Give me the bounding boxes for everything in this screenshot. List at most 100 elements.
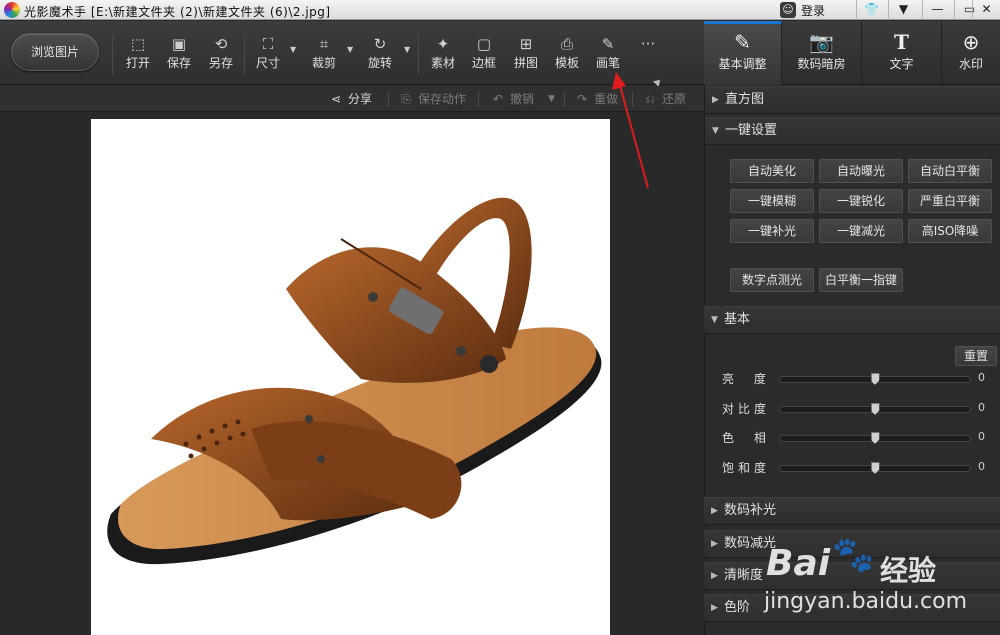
skin-button[interactable]: 👕: [856, 0, 886, 20]
material-button[interactable]: ✦ 素材: [425, 33, 461, 77]
action-divider: [564, 92, 565, 106]
levels-label: 色阶: [724, 600, 751, 615]
tab-darkroom[interactable]: 📷 数码暗房: [782, 21, 862, 85]
histogram-section[interactable]: ▶ 直方图: [705, 86, 1000, 114]
toolbar-divider: [112, 35, 113, 75]
high-iso-denoise-button[interactable]: 高ISO降噪: [908, 219, 992, 243]
browse-images-button[interactable]: 浏览图片: [11, 33, 99, 71]
undo-dropdown-icon[interactable]: ▼: [548, 90, 555, 108]
tab-watermark[interactable]: ⊕ 水印: [942, 21, 1000, 85]
template-button[interactable]: ⎙ 模板: [549, 33, 585, 77]
template-icon: ⎙: [560, 35, 573, 53]
rotate-button[interactable]: ↻ 旋转: [362, 33, 398, 77]
frame-icon: ▢: [476, 35, 492, 53]
white-balance-one-finger-button[interactable]: 白平衡一指键: [819, 268, 903, 292]
clarity-label: 清晰度: [724, 568, 764, 583]
fill-light-section[interactable]: ▶ 数码补光: [704, 497, 1000, 525]
expand-arrow-icon: ▶: [711, 603, 718, 613]
redo-button[interactable]: ↷ 重做: [574, 90, 618, 108]
one-click-sharpen-button[interactable]: 一键锐化: [819, 189, 903, 213]
undo-label: 撤销: [510, 92, 535, 106]
contrast-label: 对比度: [722, 402, 771, 416]
frame-button[interactable]: ▢ 边框: [466, 33, 502, 77]
clarity-section[interactable]: ▶ 清晰度: [704, 562, 1000, 590]
redo-label: 重做: [594, 92, 619, 106]
toolbar-divider: [418, 35, 419, 75]
puzzle-button[interactable]: ⊞ 拼图: [508, 33, 544, 77]
reduce-light-section[interactable]: ▶ 数码减光: [704, 530, 1000, 558]
tab-basic-adjust[interactable]: ✎ 基本调整: [704, 21, 782, 85]
size-dropdown-icon[interactable]: ▼: [290, 45, 298, 54]
share-icon: ⋖: [330, 92, 342, 106]
text-icon: T: [894, 30, 909, 54]
undo-button[interactable]: ↶ 撤销: [490, 90, 534, 108]
more-tools-button[interactable]: ···: [630, 33, 666, 77]
tab-watermark-label: 水印: [958, 57, 983, 71]
collapse-arrow-icon: ▼: [712, 126, 719, 136]
more-icon: ···: [640, 35, 656, 53]
open-button[interactable]: ⬚ 打开: [120, 33, 156, 77]
brush-button[interactable]: ✎ 画笔: [590, 33, 626, 77]
main-toolbar: 浏览图片 ⬚ 打开 ▣ 保存 ⟲ 另存 ⛶ 尺寸 ▼ ⌗ 裁剪 ▼ ↻ 旋转 ▼: [0, 21, 704, 87]
action-divider: [478, 92, 479, 106]
expand-arrow-icon: ▶: [711, 506, 718, 516]
menu-button[interactable]: ▼: [888, 0, 918, 20]
login-button[interactable]: ☺ 登录: [780, 0, 825, 20]
levels-section[interactable]: ▶ 色阶: [704, 594, 1000, 622]
redo-icon: ↷: [576, 92, 588, 106]
one-click-fill-light-button[interactable]: 一键补光: [730, 219, 814, 243]
basic-section[interactable]: ▼ 基本: [704, 306, 1000, 334]
one-click-blur-button[interactable]: 一键模糊: [730, 189, 814, 213]
title-bar: 光影魔术手 [E:\新建文件夹 (2)\新建文件夹 (6)\2.jpg] ☺ 登…: [0, 0, 1000, 20]
strict-white-balance-button[interactable]: 严重白平衡: [908, 189, 992, 213]
minimize-button[interactable]: —: [922, 0, 952, 20]
oneclick-label: 一键设置: [725, 123, 778, 138]
spot-metering-button[interactable]: 数字点测光: [730, 268, 814, 292]
saturation-value: 0: [978, 460, 985, 473]
rotate-dropdown-icon[interactable]: ▼: [404, 45, 412, 54]
save-button[interactable]: ▣ 保存: [161, 33, 197, 77]
auto-beautify-button[interactable]: 自动美化: [730, 159, 814, 183]
tab-text[interactable]: T 文字: [862, 21, 942, 85]
auto-white-balance-button[interactable]: 自动白平衡: [908, 159, 992, 183]
save-as-button[interactable]: ⟲ 另存: [203, 33, 239, 77]
user-face-icon: ☺: [780, 2, 796, 18]
crop-button[interactable]: ⌗ 裁剪: [306, 33, 342, 77]
restore-icon: ⎌: [645, 92, 655, 106]
sandal-image: [107, 197, 602, 565]
panel-tabs: ✎ 基本调整 📷 数码暗房 T 文字 ⊕ 水印: [704, 21, 1000, 85]
restore-label: 还原: [662, 92, 687, 106]
auto-exposure-button[interactable]: 自动曝光: [819, 159, 903, 183]
login-label: 登录: [801, 3, 826, 18]
save-action-button[interactable]: ⎘ 保存动作: [398, 90, 466, 108]
brightness-label: 亮 度: [722, 372, 774, 386]
tab-text-label: 文字: [889, 57, 914, 71]
window-title: 光影魔术手 [E:\新建文件夹 (2)\新建文件夹 (6)\2.jpg]: [24, 5, 331, 19]
app-logo-icon: [4, 2, 20, 18]
app-window: 光影魔术手 [E:\新建文件夹 (2)\新建文件夹 (6)\2.jpg] ☺ 登…: [0, 0, 1000, 635]
template-label: 模板: [554, 56, 579, 70]
hue-label: 色 相: [722, 431, 774, 445]
reset-button[interactable]: 重置: [955, 346, 997, 366]
open-label: 打开: [125, 56, 150, 70]
saturation-label: 饱和度: [722, 461, 771, 475]
size-button[interactable]: ⛶ 尺寸: [250, 33, 286, 77]
restore-button[interactable]: ⎌ 还原: [642, 90, 686, 108]
expand-arrow-icon: ▶: [711, 571, 718, 581]
close-button[interactable]: ✕: [972, 0, 1000, 20]
image-canvas[interactable]: [0, 113, 704, 635]
size-icon: ⛶: [262, 35, 274, 53]
one-click-reduce-light-button[interactable]: 一键减光: [819, 219, 903, 243]
save-label: 保存: [166, 56, 191, 70]
histogram-label: 直方图: [725, 92, 765, 107]
crop-dropdown-icon[interactable]: ▼: [347, 45, 355, 54]
share-button[interactable]: ⋖ 分享: [328, 90, 372, 108]
collapse-arrow-icon: ▼: [711, 315, 718, 325]
tab-basic-adjust-label: 基本调整: [718, 57, 767, 71]
watermark-icon: ⊕: [962, 30, 980, 54]
undo-icon: ↶: [492, 92, 504, 106]
tab-darkroom-label: 数码暗房: [797, 57, 846, 71]
brush-icon: ✎: [601, 35, 615, 53]
oneclick-section[interactable]: ▼ 一键设置: [705, 117, 1000, 145]
photo-sandal[interactable]: [91, 119, 610, 635]
